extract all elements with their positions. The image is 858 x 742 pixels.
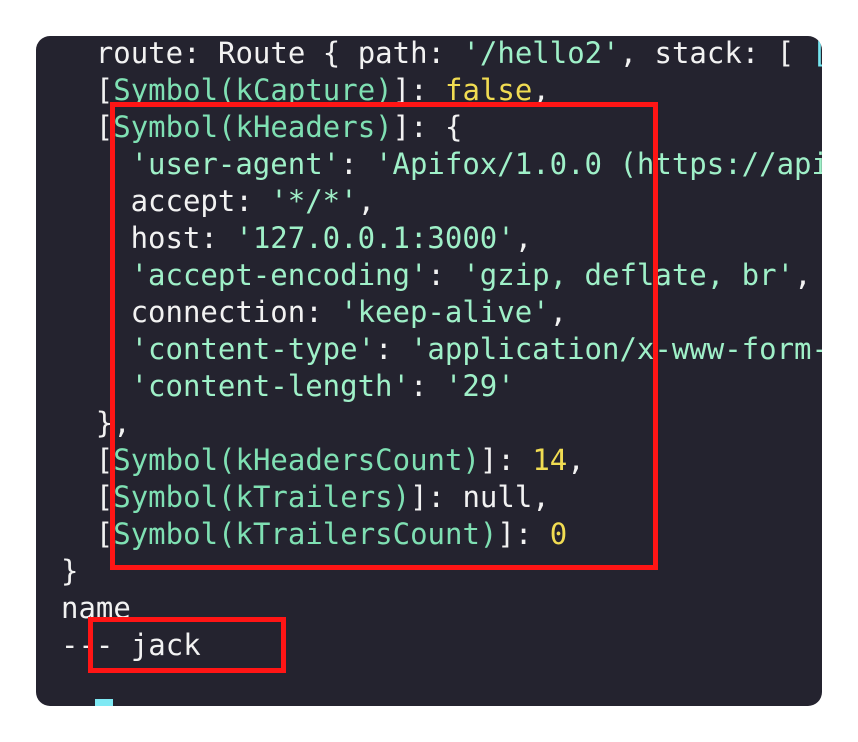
terminal-window[interactable]: route: Route { path: '/hello2', stack: [… [36,36,822,706]
terminal-line: route: Route { path: '/hello2', stack: [… [36,36,822,72]
terminal-cursor [95,699,113,706]
terminal-text-plain: route: Route { path: [95,36,463,70]
name-highlight-box [88,617,286,673]
terminal-text-string: '/hello2' [462,36,620,70]
terminal-text-plain: , [794,258,812,292]
terminal-text-cyan: [L [812,36,822,70]
terminal-text-plain: , stack: [ [619,36,812,70]
headers-highlight-box [110,102,658,570]
terminal-text-plain: } [61,554,79,588]
